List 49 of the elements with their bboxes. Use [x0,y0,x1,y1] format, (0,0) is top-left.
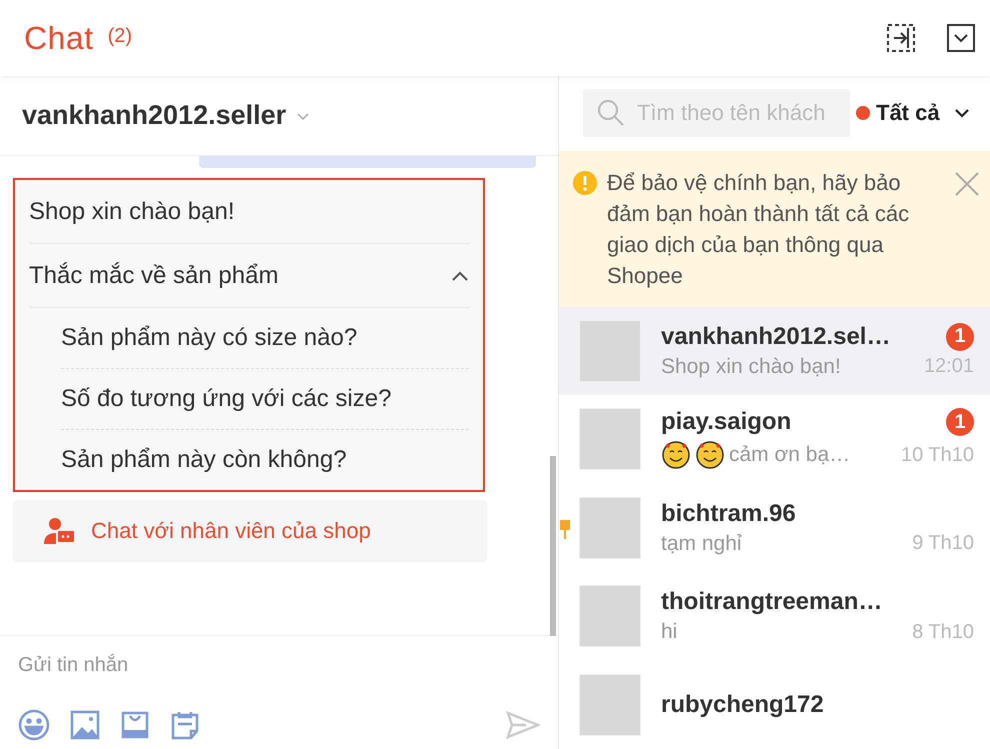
message-time: 10 Th10 [900,444,974,467]
staff-chat-icon [43,517,75,545]
notice-text: Để bảo vệ chính bạn, hãy bảo đảm bạn hoàn thành tất cả các giao dịch của bạn thông qua Shopee [607,168,910,290]
faq-section-header[interactable]: Thắc mắc về sản phẩm [29,244,469,308]
exit-icon[interactable] [886,23,916,53]
faq-question[interactable]: Số đo tương ứng với các size? [61,369,469,430]
message-time: 12:01 [924,355,974,378]
faq-question[interactable]: Sản phẩm này còn không? [61,430,469,490]
close-icon[interactable] [954,170,980,197]
greeting-reply[interactable]: Shop xin chào bạn! [29,198,234,226]
warning-icon [573,170,597,195]
chat-name: vankhanh2012.sel… [661,322,890,351]
chat-list-item[interactable]: vankhanh2012.sel… 1 Shop xin chào bạn! 12:01 [559,306,990,396]
chevron-down-icon[interactable] [954,108,970,118]
message-time: 9 Th10 [912,532,974,556]
search-icon [597,99,625,128]
smiling-face-icon [695,440,725,470]
send-icon[interactable] [506,711,540,739]
chat-title: Chat [24,20,94,56]
message-preview: cảm ơn bạ… [729,443,850,468]
chevron-up-icon[interactable] [451,270,469,282]
minimize-icon[interactable] [946,23,976,53]
avatar-placeholder [579,320,641,382]
search-field[interactable]: Tìm theo tên khách [583,89,850,138]
unread-badge: 1 [946,408,974,436]
chat-name: rubycheng172 [661,690,824,719]
shopping-bag-icon[interactable] [120,710,150,740]
filter-dropdown[interactable]: Tất cả [856,100,970,126]
avatar-placeholder [579,585,641,648]
avatar-placeholder [579,408,641,470]
avatar-placeholder [579,674,641,736]
scrollbar[interactable] [550,456,556,636]
unread-count: (2) [108,24,132,48]
image-icon[interactable] [70,710,100,740]
emoji-icon[interactable] [18,709,50,741]
message-time: 8 Th10 [912,620,974,644]
faq-section-title[interactable]: Thắc mắc về sản phẩm [29,262,278,290]
note-icon[interactable] [170,710,200,740]
seller-name[interactable]: vankhanh2012.seller [22,100,286,131]
unread-badge: 1 [946,322,974,351]
faq-question[interactable]: Sản phẩm này có size nào? [61,308,469,369]
avatar-placeholder [579,496,641,559]
chat-name: thoitrangtreeman… [661,588,882,616]
message-preview: Shop xin chào bạn! [661,354,841,379]
chat-name: bichtram.96 [661,500,796,528]
message-preview: hi [661,620,678,644]
chat-name: piay.saigon [661,408,792,436]
smiling-face-icon [661,440,691,470]
message-preview: tạm nghỉ [661,532,742,556]
